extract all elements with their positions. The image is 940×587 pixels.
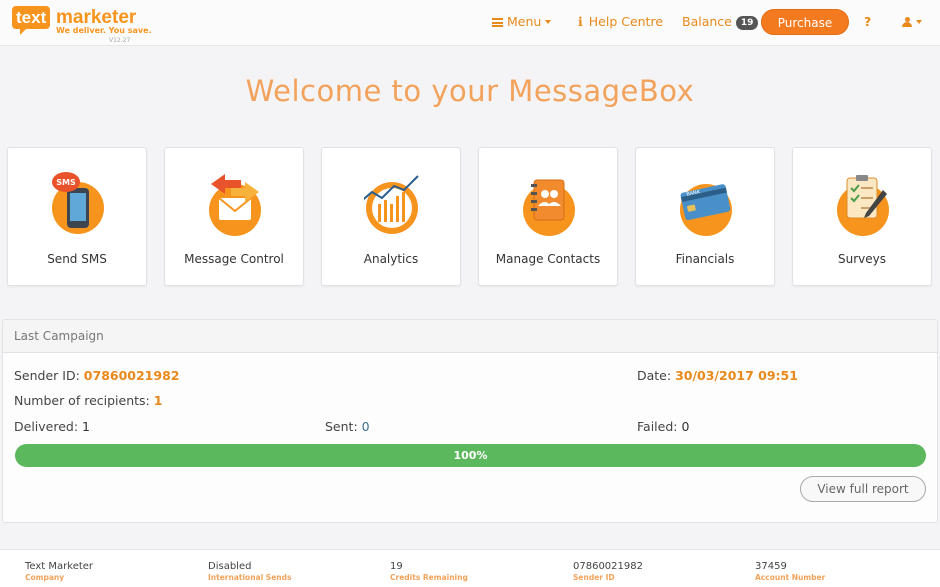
hamburger-icon: [492, 18, 503, 27]
footer-value: 19: [390, 561, 403, 572]
menu-dropdown[interactable]: Menu: [492, 0, 552, 46]
menu-label: Menu: [507, 14, 542, 29]
tile-manage-contacts[interactable]: Manage Contacts: [478, 147, 618, 286]
date-value: 30/03/2017 09:51: [675, 368, 798, 383]
footer-company: Text Marketer Company: [25, 561, 93, 582]
textmarketer-logo[interactable]: text marketer We deliver. You save. V12.…: [12, 6, 152, 44]
footer-label: International Sends: [208, 573, 292, 582]
balance-label: Balance: [682, 14, 732, 29]
top-header: text marketer We deliver. You save. V12.…: [0, 0, 940, 46]
sender-id-value: 07860021982: [83, 368, 180, 383]
view-full-report-button[interactable]: View full report: [800, 476, 926, 502]
footer-value: 07860021982: [573, 561, 643, 572]
recipients-label: Number of recipients:: [14, 393, 150, 408]
app-version: V12.27: [109, 37, 131, 44]
user-icon: [902, 17, 912, 27]
delivery-progress-bar: 100%: [15, 444, 926, 467]
tile-send-sms[interactable]: SMS Send SMS: [7, 147, 147, 286]
footer-credits-remaining: 19 Credits Remaining: [390, 561, 468, 582]
contacts-book-icon: [523, 179, 575, 236]
sender-id-field: Sender ID: 07860021982: [14, 368, 179, 383]
survey-clipboard-icon: [837, 175, 889, 236]
recipients-value: 1: [153, 393, 163, 408]
analytics-icon: [364, 175, 419, 234]
footer-sender-id: 07860021982 Sender ID: [573, 561, 643, 582]
sent-label: Sent:: [325, 419, 358, 434]
failed-field: Failed: 0: [637, 419, 689, 434]
tile-label: Manage Contacts: [495, 252, 601, 266]
user-account-dropdown[interactable]: [902, 0, 922, 46]
chevron-down-icon: [916, 20, 922, 24]
footer-value: Disabled: [208, 561, 252, 572]
logo-text-box: text: [12, 6, 51, 35]
footer-label: Sender ID: [573, 573, 615, 582]
bank-card-icon: BANK: [680, 184, 732, 236]
tile-financials[interactable]: BANK Financials: [635, 147, 775, 286]
sms-phone-icon: SMS: [52, 172, 104, 234]
sent-value: 0: [361, 419, 370, 434]
date-field: Date: 30/03/2017 09:51: [637, 368, 798, 383]
tile-message-control[interactable]: Message Control: [164, 147, 304, 286]
footer-label: Company: [25, 573, 65, 582]
footer-label: Account Number: [755, 573, 826, 582]
delivered-label: Delivered:: [14, 419, 79, 434]
balance-badge: 19: [735, 16, 759, 30]
help-centre-link[interactable]: i Help Centre: [578, 0, 663, 46]
tile-label: Analytics: [363, 252, 419, 266]
sender-id-label: Sender ID:: [14, 368, 80, 383]
panel-heading: Last Campaign: [3, 320, 937, 353]
recipients-field: Number of recipients: 1: [14, 393, 162, 408]
delivered-value: 1: [82, 419, 90, 434]
tile-label: Surveys: [838, 252, 886, 266]
tile-label: Financials: [675, 252, 735, 266]
last-campaign-panel: Last Campaign Sender ID: 07860021982 Dat…: [2, 319, 938, 523]
page-title: Welcome to your MessageBox: [245, 74, 695, 108]
tile-label: Message Control: [184, 252, 284, 266]
date-label: Date:: [637, 368, 672, 383]
purchase-button[interactable]: Purchase: [761, 9, 849, 35]
svg-text:SMS: SMS: [56, 178, 76, 187]
balance-link[interactable]: Balance 19: [682, 0, 759, 46]
footer-label: Credits Remaining: [390, 573, 468, 582]
tile-surveys[interactable]: Surveys: [792, 147, 932, 286]
failed-label: Failed:: [637, 419, 678, 434]
failed-value: 0: [681, 419, 690, 434]
footer-international-sends: Disabled International Sends: [208, 561, 291, 582]
tile-label: Send SMS: [47, 252, 107, 266]
delivered-field: Delivered: 1: [14, 419, 90, 434]
help-question-button[interactable]: ?: [864, 0, 871, 46]
account-footer: Text Marketer Company Disabled Internati…: [0, 549, 940, 587]
sent-field: Sent: 0: [325, 419, 370, 434]
footer-value: Text Marketer: [25, 561, 94, 572]
help-label: Help Centre: [588, 14, 664, 29]
footer-value: 37459: [755, 561, 787, 572]
info-icon: i: [578, 14, 583, 29]
tile-analytics[interactable]: Analytics: [321, 147, 461, 286]
chevron-down-icon: [545, 20, 552, 24]
message-control-icon: [209, 174, 261, 236]
logo-tagline: We deliver. You save.: [56, 26, 152, 35]
footer-account-number: 37459 Account Number: [755, 561, 825, 582]
